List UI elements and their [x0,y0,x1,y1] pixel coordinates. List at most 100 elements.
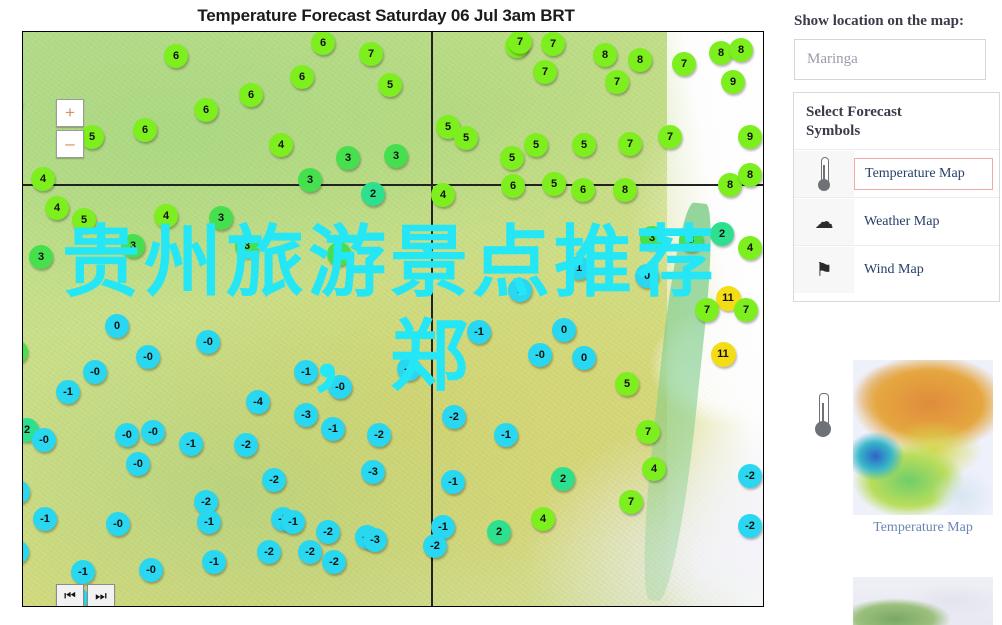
temperature-marker[interactable]: 2 [710,222,734,246]
temperature-marker[interactable]: -2 [367,423,391,447]
temperature-marker[interactable]: 3 [384,144,408,168]
temperature-marker[interactable]: 7 [533,60,557,84]
temperature-marker[interactable]: 6 [164,44,188,68]
temperature-marker[interactable]: 11 [710,341,736,367]
temperature-marker[interactable]: -0 [115,423,139,447]
temperature-marker[interactable]: -2 [738,514,762,538]
temperature-marker[interactable]: -1 [294,360,318,384]
temperature-marker[interactable]: -2 [262,468,286,492]
temperature-marker[interactable]: 1 [508,278,532,302]
temperature-marker[interactable]: 7 [541,32,565,56]
temperature-marker[interactable]: 6 [501,174,525,198]
thumbnail-content[interactable]: Temperature Map [853,360,993,536]
temperature-marker[interactable]: -0 [83,360,107,384]
temperature-marker[interactable]: 8 [628,48,652,72]
temperature-marker[interactable]: 7 [734,298,758,322]
temperature-marker[interactable]: 4 [642,457,666,481]
temperature-marker[interactable]: -0 [139,558,163,582]
temperature-marker[interactable]: -2 [234,433,258,457]
temperature-marker[interactable]: 7 [695,298,719,322]
forecast-symbol-option-1[interactable]: Temperature Map [794,149,999,197]
previous-step-button[interactable]: ⏮ [56,584,84,606]
temperature-marker[interactable]: -4 [246,390,270,414]
temperature-marker[interactable]: 6 [571,178,595,202]
temperature-marker[interactable]: -1 [494,423,518,447]
thumbnail-row[interactable]: Temperature Map [793,360,1000,536]
temperature-marker[interactable]: -0 [141,420,165,444]
temperature-marker[interactable]: 3 [121,234,145,258]
temperature-marker[interactable]: -0 [106,512,130,536]
temperature-marker[interactable]: 7 [658,125,682,149]
temperature-marker[interactable]: -2 [322,550,346,574]
temperature-marker[interactable]: 8 [593,43,617,67]
temperature-marker[interactable]: -1 [467,320,491,344]
temperature-marker[interactable]: 4 [738,236,762,260]
temperature-marker[interactable]: 0 [635,264,659,288]
temperature-marker[interactable]: -1 [33,507,57,531]
zoom-out-button[interactable]: – [56,130,84,158]
temperature-marker[interactable]: -0 [328,375,352,399]
temperature-marker[interactable]: -2 [442,405,466,429]
forecast-symbol-label[interactable]: Temperature Map [854,157,993,190]
temperature-marker[interactable]: -1 [56,380,80,404]
temperature-marker[interactable]: 7 [618,132,642,156]
temperature-marker[interactable]: 4 [154,204,178,228]
location-search-input[interactable] [794,39,986,80]
temperature-marker[interactable]: 6 [133,118,157,142]
temperature-marker[interactable]: -0 [528,343,552,367]
temperature-marker[interactable]: 9 [738,125,762,149]
temperature-marker[interactable]: -0 [126,452,150,476]
zoom-in-button[interactable]: + [56,99,84,127]
temperature-map-preview-image[interactable] [853,360,993,515]
temperature-marker[interactable]: -0 [196,330,220,354]
temperature-marker[interactable]: -2 [738,464,762,488]
temperature-marker[interactable]: 5 [524,133,548,157]
temperature-marker[interactable]: 3 [336,146,360,170]
forecast-symbol-option-3[interactable]: ⚑ Wind Map [794,245,999,293]
temperature-marker[interactable]: 3 [235,234,259,258]
temperature-marker[interactable]: 5 [572,133,596,157]
temperature-marker[interactable]: -2 [316,520,340,544]
temperature-marker[interactable]: 3 [209,206,233,230]
temperature-marker[interactable]: 7 [636,420,660,444]
temperature-marker[interactable]: -1 [179,432,203,456]
temperature-marker[interactable]: 7 [508,32,532,54]
temperature-marker[interactable]: 3 [327,242,351,266]
forecast-symbol-label[interactable]: Wind Map [854,262,999,278]
temperature-marker[interactable]: 4 [45,196,69,220]
temperature-marker[interactable]: 1 [567,256,591,280]
temperature-marker[interactable]: -1 [202,550,226,574]
temperature-marker[interactable]: 8 [738,163,762,187]
temperature-marker[interactable]: 4 [531,507,555,531]
temperature-marker[interactable]: 5 [378,73,402,97]
temperature-marker[interactable]: 7 [672,52,696,76]
temperature-marker[interactable]: -1 [197,510,221,534]
temperature-marker[interactable]: 3 [298,168,322,192]
temperature-marker[interactable]: 7 [359,42,383,66]
temperature-marker[interactable]: 5 [500,146,524,170]
next-step-button[interactable]: ⏭ [87,584,115,606]
zoom-controls[interactable]: + – [56,99,84,158]
temperature-marker[interactable]: -1 [397,357,421,381]
temperature-marker[interactable]: -0 [136,345,160,369]
forecast-symbol-label[interactable]: Weather Map [854,214,999,230]
temperature-marker[interactable]: 6 [239,83,263,107]
second-map-preview-image[interactable] [853,577,993,625]
temperature-marker[interactable]: -3 [294,403,318,427]
temperature-marker[interactable]: -0 [32,428,56,452]
temperature-marker[interactable]: 5 [72,208,96,232]
temperature-marker[interactable]: 3 [29,245,53,269]
temperature-marker[interactable]: -1 [281,510,305,534]
forecast-map[interactable]: 5667666567778878897564335555577988432465… [22,31,764,607]
temperature-marker[interactable]: -3 [363,528,387,552]
temperature-marker[interactable]: 3 [679,228,703,252]
temperature-marker[interactable]: -2 [423,534,447,558]
temperature-marker[interactable]: 7 [605,70,629,94]
temperature-marker[interactable]: -1 [441,470,465,494]
temperature-marker[interactable]: 8 [613,178,637,202]
temperature-map-thumbnail-block[interactable]: Temperature Map [793,360,1000,536]
temperature-marker[interactable]: 5 [615,372,639,396]
temperature-marker[interactable]: 2 [551,467,575,491]
temperature-marker[interactable]: -2 [298,540,322,564]
temperature-marker[interactable]: 7 [619,490,643,514]
